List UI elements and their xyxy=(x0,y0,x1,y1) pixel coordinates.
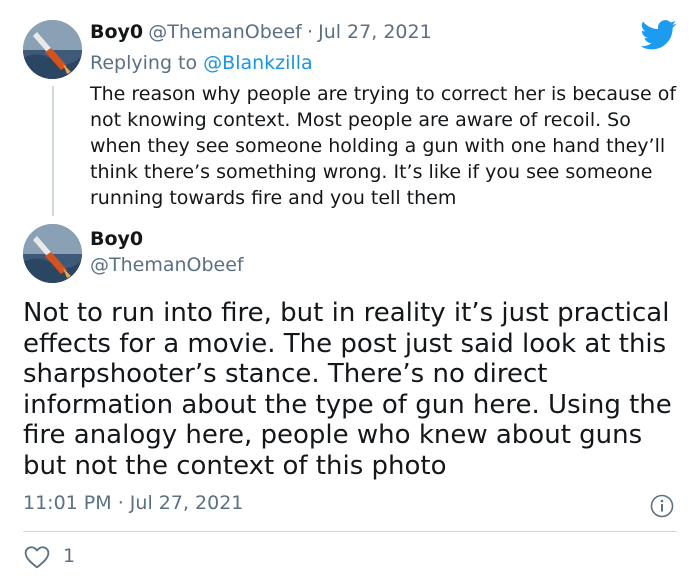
user-handle[interactable]: @ThemanObeef xyxy=(148,21,302,43)
user-handle[interactable]: @ThemanObeef xyxy=(90,254,244,276)
parent-header: Boy0 @ThemanObeef · Jul 27, 2021 xyxy=(90,21,432,43)
heart-icon[interactable] xyxy=(24,545,50,569)
info-icon[interactable] xyxy=(650,494,674,518)
twitter-bird-icon[interactable] xyxy=(640,20,677,50)
avatar[interactable] xyxy=(23,20,82,79)
display-name[interactable]: Boy0 xyxy=(90,228,143,250)
like-count[interactable]: 1 xyxy=(63,545,75,567)
avatar[interactable] xyxy=(23,224,82,283)
tweet-date[interactable]: Jul 27, 2021 xyxy=(318,21,432,43)
tweet-timestamp[interactable]: 11:01 PM · Jul 27, 2021 xyxy=(23,492,243,514)
main-tweet-text: Not to run into fire, but in reality it’… xyxy=(23,298,672,481)
replying-to: Replying to @Blankzilla xyxy=(90,52,313,74)
separator-dot: · xyxy=(306,21,313,43)
tweet-time[interactable]: 11:01 PM xyxy=(23,492,112,514)
replying-to-label: Replying to xyxy=(90,52,198,74)
parent-tweet-text: The reason why people are trying to corr… xyxy=(90,83,677,209)
display-name[interactable]: Boy0 xyxy=(90,21,143,43)
separator-dot: · xyxy=(117,492,124,514)
thread-connector-line xyxy=(52,86,54,216)
divider xyxy=(23,531,677,532)
replying-to-mention[interactable]: @Blankzilla xyxy=(203,52,312,74)
tweet-date[interactable]: Jul 27, 2021 xyxy=(130,492,244,514)
